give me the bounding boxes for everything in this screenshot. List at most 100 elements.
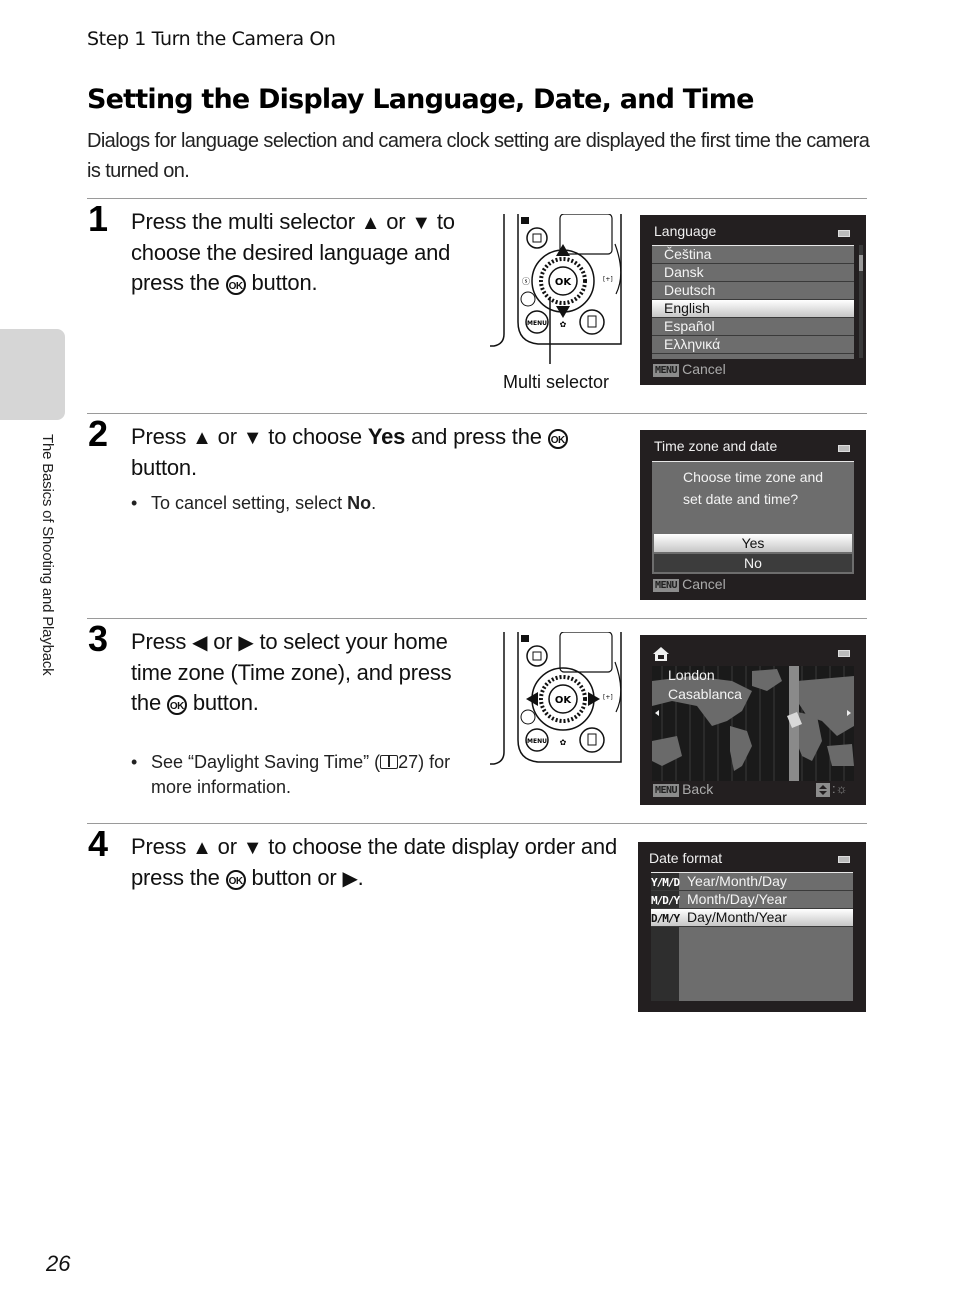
language-list[interactable]: Čeština Dansk Deutsch English Español Ελ… — [652, 245, 854, 359]
step-number: 4 — [88, 823, 109, 864]
screen-footer[interactable]: MENU Back — [653, 781, 713, 797]
item-label: Year/Month/Day — [687, 873, 787, 889]
text: Press — [131, 629, 193, 654]
running-head: Step 1 Turn the Camera On — [87, 28, 336, 50]
dialog-box: Choose time zone and set date and time? … — [652, 461, 854, 574]
step-3-instruction: Press ◀ or ▶ to select your home time zo… — [131, 627, 476, 718]
screen-footer[interactable]: MENU Cancel — [653, 576, 726, 592]
ok-button-icon: OK — [225, 275, 246, 295]
time-zone-date-screen: Time zone and date Choose time zone and … — [640, 430, 866, 600]
menu-button-icon: MENU — [653, 579, 680, 592]
item-label: Month/Day/Year — [687, 891, 787, 907]
list-item[interactable]: Ελληνικά — [652, 336, 854, 354]
ok-button-icon: OK — [225, 870, 246, 890]
language-screen: Language Čeština Dansk Deutsch English E… — [640, 215, 866, 385]
down-arrow-icon: ▼ — [242, 837, 263, 859]
city-name: Casablanca — [668, 686, 742, 702]
text: Press — [131, 834, 193, 859]
battery-icon — [838, 856, 850, 863]
screen-title: Date format — [649, 850, 723, 866]
step-2-instruction: Press ▲ or ▼ to choose Yes and press the… — [131, 422, 611, 483]
no-option[interactable]: No — [654, 554, 852, 572]
up-down-icon — [816, 783, 830, 797]
up-arrow-icon: ▲ — [360, 212, 381, 234]
chapter-label: The Basics of Shooting and Playback — [39, 434, 56, 676]
intro-paragraph: Dialogs for language selection and camer… — [87, 130, 870, 182]
yes-keyword: Yes — [367, 424, 406, 449]
svg-text:OK: OK — [555, 277, 573, 288]
svg-text:✿: ✿ — [560, 738, 567, 747]
screen-footer[interactable]: MENU Cancel — [653, 361, 726, 377]
home-icon — [653, 647, 669, 661]
cancel-label: Cancel — [682, 361, 726, 377]
ok-button-icon: OK — [547, 429, 568, 449]
camera-back-illustration: OK MENU ✿ [+] — [488, 632, 628, 768]
battery-icon — [838, 650, 850, 657]
menu-button-icon: MENU — [653, 784, 680, 797]
svg-text:MENU: MENU — [527, 738, 547, 745]
left-arrow-icon: ◀ — [192, 632, 208, 654]
divider — [87, 198, 867, 199]
yes-option[interactable]: Yes — [654, 534, 852, 552]
city-labels: London Casablanca — [668, 666, 742, 704]
no-keyword: No — [347, 493, 372, 513]
date-code-icon: D/M/Y — [651, 912, 680, 925]
svg-text:ⓢ: ⓢ — [522, 277, 530, 286]
question-line: Choose time zone and — [683, 469, 824, 485]
text: Press — [131, 424, 193, 449]
text: to choose — [262, 424, 368, 449]
menu-button-icon: MENU — [653, 364, 680, 377]
text: See “Daylight Saving Time” ( — [151, 752, 381, 772]
step-1-instruction: Press the multi selector ▲ or ▼ to choos… — [131, 207, 476, 298]
step-3-note: See “Daylight Saving Time” (27) for more… — [131, 750, 491, 800]
list-item[interactable]: M/D/Y Month/Day/Year — [651, 891, 853, 909]
text: or — [207, 629, 239, 654]
down-arrow-icon: ▼ — [411, 212, 431, 234]
divider — [87, 823, 867, 824]
list-item[interactable]: Deutsch — [652, 282, 854, 300]
question-line: set date and time? — [683, 491, 799, 507]
scroll-thumb[interactable] — [859, 255, 863, 271]
text: and press the — [405, 424, 548, 449]
screen-title: Time zone and date — [654, 438, 778, 454]
world-map[interactable]: London Casablanca — [652, 666, 854, 781]
text: button. — [186, 690, 259, 715]
multi-selector-caption: Multi selector — [503, 372, 610, 392]
page-title: Setting the Display Language, Date, and … — [87, 84, 754, 115]
svg-text:[+]: [+] — [603, 276, 613, 283]
page-number: 26 — [46, 1251, 71, 1276]
right-arrow-icon: ▶ — [342, 868, 358, 890]
step-number: 2 — [88, 413, 109, 454]
screen-title: Language — [654, 223, 717, 239]
svg-text:MENU: MENU — [527, 320, 547, 327]
text: button or — [245, 865, 343, 890]
battery-icon — [838, 230, 850, 237]
list-item-selected[interactable]: English — [652, 300, 854, 318]
date-code-icon: Y/M/D — [651, 876, 680, 889]
up-arrow-icon: ▲ — [192, 427, 212, 449]
list-item[interactable]: Dansk — [652, 264, 854, 282]
ok-button-icon: OK — [166, 695, 187, 715]
list-item[interactable]: Y/M/D Year/Month/Day — [651, 873, 853, 891]
text: button. — [245, 270, 318, 295]
text: To cancel setting, select — [151, 493, 348, 513]
list-item-selected[interactable]: D/M/Y Day/Month/Year — [651, 909, 853, 927]
step-number: 3 — [88, 618, 109, 659]
list-item[interactable]: Čeština — [652, 246, 854, 264]
up-arrow-icon: ▲ — [192, 837, 212, 859]
date-format-screen: Date format Y/M/D Year/Month/Day M/D/Y Mon… — [638, 842, 866, 1012]
list-item[interactable]: Español — [652, 318, 854, 336]
right-arrow-icon: ▶ — [238, 632, 254, 654]
down-arrow-icon: ▼ — [242, 427, 263, 449]
date-format-list[interactable]: Y/M/D Year/Month/Day M/D/Y Month/Day/Year … — [651, 872, 853, 1001]
scrollbar[interactable] — [859, 245, 863, 358]
date-code-icon: M/D/Y — [651, 894, 680, 907]
book-reference-icon — [380, 755, 399, 769]
text: or — [380, 209, 412, 234]
daylight-saving-icon: :☼ — [832, 781, 848, 796]
chapter-tab[interactable] — [0, 329, 65, 420]
text: . — [371, 493, 377, 513]
svg-text:[+]: [+] — [603, 694, 613, 701]
text: or — [211, 834, 243, 859]
item-label: Day/Month/Year — [687, 909, 787, 925]
